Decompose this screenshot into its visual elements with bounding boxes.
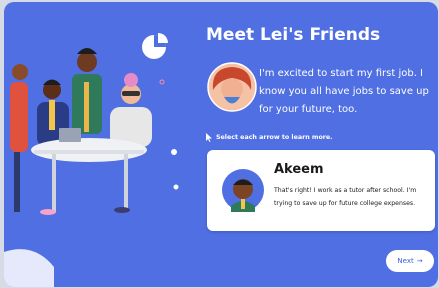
- friends-illustration: [4, 33, 179, 287]
- friend-figure-woman: [110, 73, 152, 147]
- lesson-screen: Meet Lei's Friends I'm excited to start …: [4, 2, 438, 287]
- pie-chart-icon: [142, 33, 168, 59]
- cursor-pointer-icon: [206, 133, 212, 142]
- decor-dot: [159, 79, 165, 85]
- friend-name: Akeem: [274, 162, 324, 177]
- instruction-hint: Select each arrow to learn more.: [206, 133, 333, 142]
- decor-dot: [171, 149, 177, 155]
- instruction-text: Select each arrow to learn more.: [216, 134, 333, 141]
- friend-card: Akeem That's right! I work as a tutor af…: [207, 150, 435, 231]
- lei-avatar: [207, 62, 257, 112]
- decor-dot: [173, 184, 179, 190]
- akeem-avatar: [222, 169, 264, 212]
- page-title: Meet Lei's Friends: [206, 25, 381, 45]
- arrow-right-icon: →: [416, 257, 423, 265]
- next-label: Next: [397, 257, 414, 265]
- laptop: [59, 128, 81, 142]
- friend-figure-tall: [72, 48, 102, 134]
- friend-figure-left: [10, 64, 28, 212]
- lei-quote: I'm excited to start my first job. I kno…: [259, 68, 429, 115]
- friend-quote: That's right! I work as a tutor after sc…: [274, 187, 417, 207]
- next-button[interactable]: Next →: [386, 250, 434, 272]
